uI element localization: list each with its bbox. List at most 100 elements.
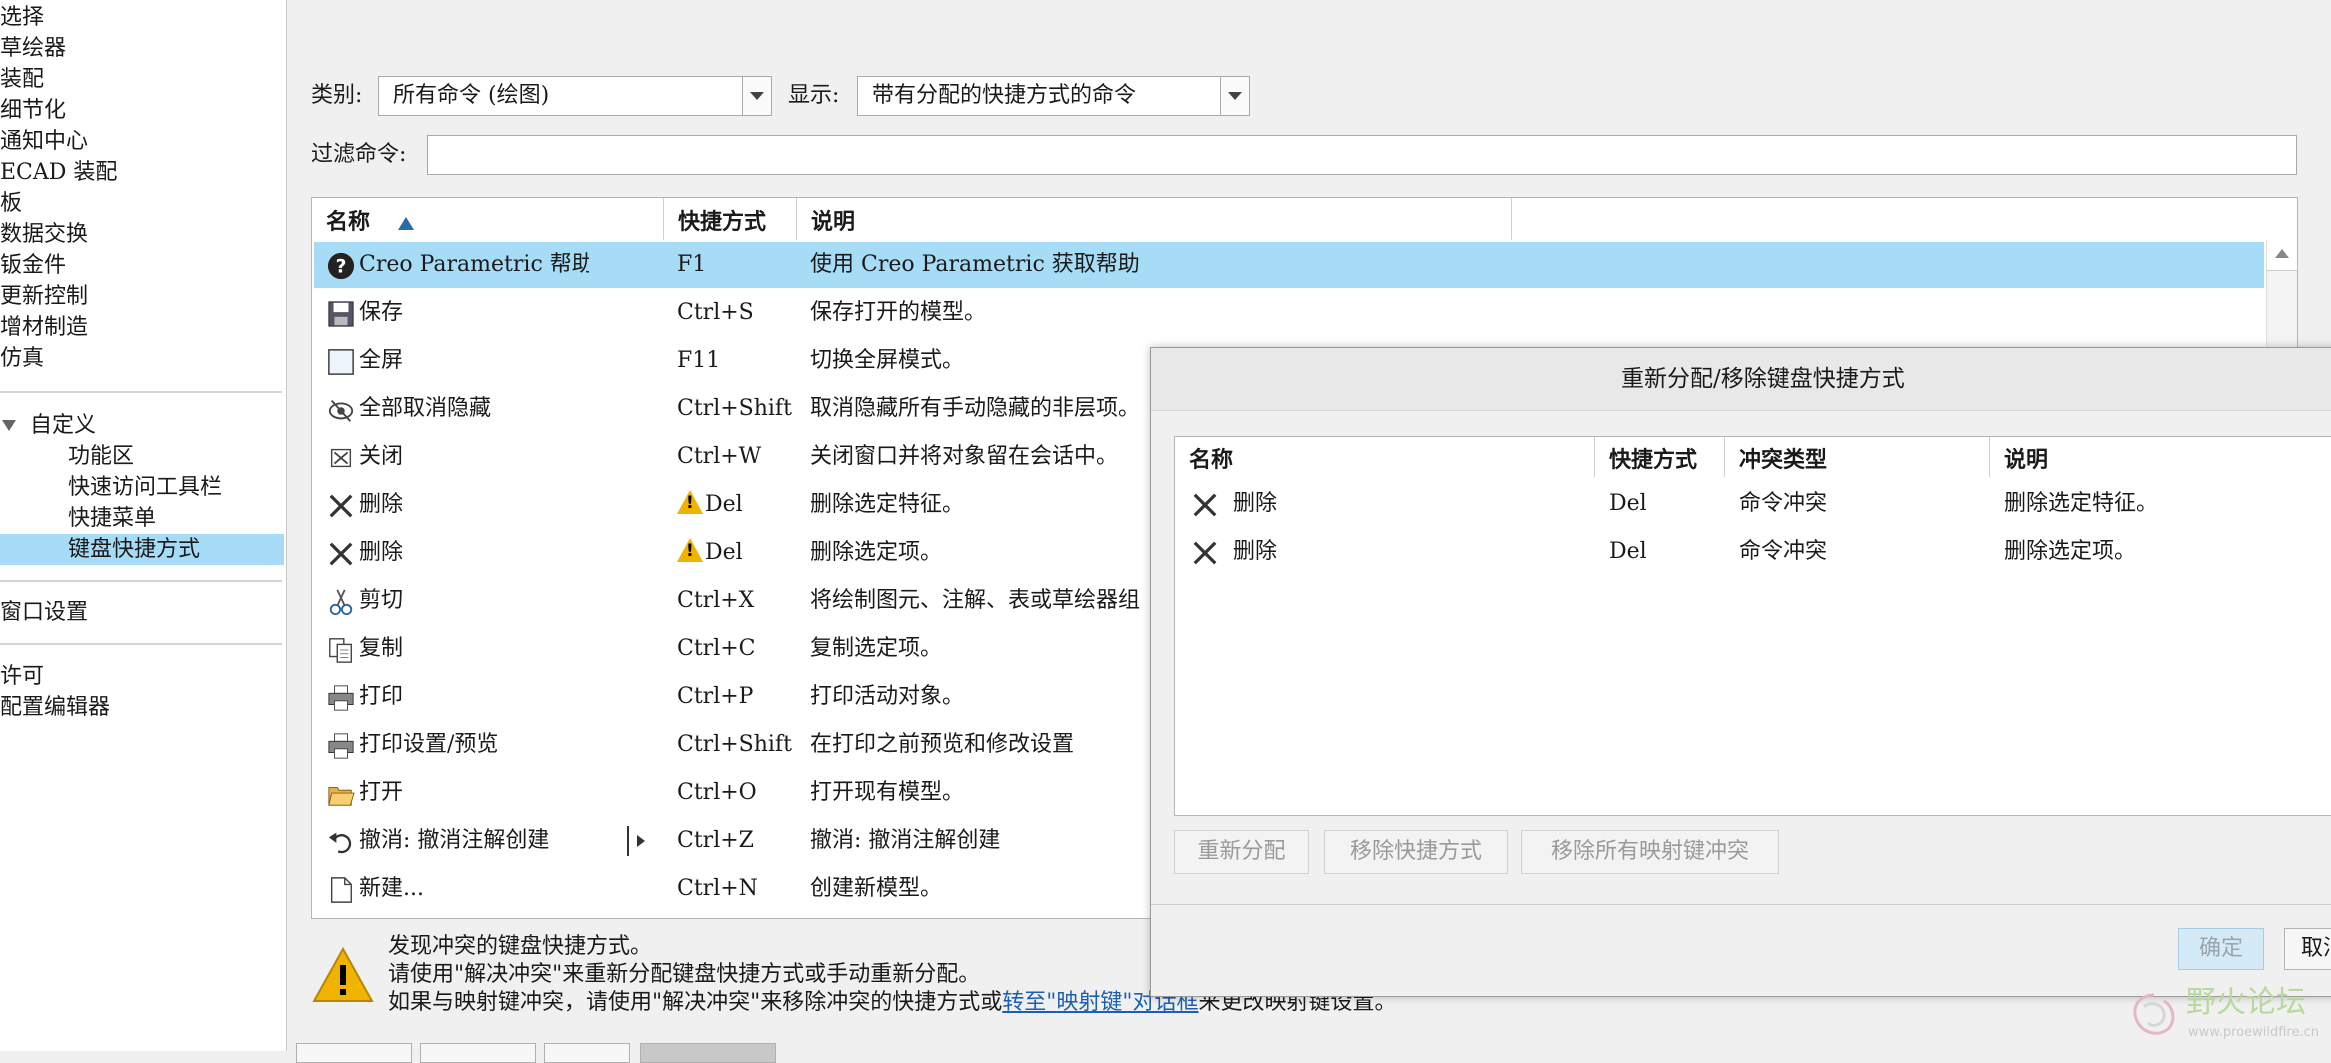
warning-text-line3-pre: 如果与映射键冲突，请使用"解决冲突"来移除冲突的快捷方式或 — [388, 990, 1003, 1015]
nav-item-shortcut-menu[interactable]: 快捷菜单 — [0, 503, 284, 534]
dialog-title-bar[interactable]: 重新分配/移除键盘快捷方式 — [1151, 348, 2331, 411]
nav-item-ribbon[interactable]: 功能区 — [0, 441, 284, 472]
nav-divider — [0, 643, 282, 645]
dialog-title: 重新分配/移除键盘快捷方式 — [1621, 366, 1905, 392]
row-name: 新建... — [359, 876, 424, 901]
row-shortcut: Del — [677, 530, 792, 576]
save-icon — [328, 301, 354, 327]
table-row[interactable]: 保存 Ctrl+S 保存打开的模型。 — [314, 290, 2264, 336]
conflict-header-description[interactable]: 说明 — [1990, 437, 2331, 477]
cancel-button[interactable]: 取消 — [2284, 928, 2331, 970]
row-shortcut: Ctrl+O — [677, 780, 757, 805]
nav-item-simulation[interactable]: 仿真 — [0, 343, 284, 374]
category-dropdown[interactable]: 所有命令 (绘图) — [378, 76, 772, 116]
conflict-header-name[interactable]: 名称 — [1175, 437, 1595, 477]
nav-item-data-exchange[interactable]: 数据交换 — [0, 219, 284, 250]
nav-group-customize[interactable]: 自定义 — [0, 410, 96, 441]
column-header-name[interactable]: 名称 — [312, 198, 664, 240]
delete-icon — [1193, 541, 1217, 565]
row-shortcut: Ctrl+Z — [677, 828, 754, 853]
row-shortcut: Ctrl+Shift — [677, 732, 792, 757]
show-dropdown[interactable]: 带有分配的快捷方式的命令 — [857, 76, 1250, 116]
row-shortcut: Del — [677, 482, 792, 528]
warning-icon — [677, 490, 703, 514]
row-name: Creo Parametric 帮助 — [359, 252, 589, 277]
copy-icon — [329, 638, 352, 663]
row-name: 删除 — [359, 492, 404, 517]
conflict-name: 删除 — [1233, 539, 1278, 564]
nav-item-license[interactable]: 许可 — [0, 661, 284, 692]
nav-item-update-control[interactable]: 更新控制 — [0, 281, 284, 312]
conflict-table: 名称 快捷方式 冲突类型 说明 删除 Del 命令冲突 删除选定特征。 删除 D… — [1174, 436, 2331, 816]
nav-item-select[interactable]: 选择 — [0, 2, 284, 33]
table-row[interactable]: 删除 Del 命令冲突 删除选定特征。 — [1175, 481, 2331, 527]
expand-triangle-icon[interactable] — [2, 419, 16, 431]
row-shortcut: Ctrl+X — [677, 588, 755, 613]
row-shortcut: F1 — [677, 252, 707, 277]
dialog-divider — [1151, 904, 2331, 905]
warning-icon — [312, 947, 374, 1002]
remove-shortcut-button[interactable]: 移除快捷方式 — [1324, 830, 1508, 874]
nav-divider — [0, 391, 282, 393]
conflict-type: 命令冲突 — [1739, 491, 1828, 516]
nav-item-sketcher[interactable]: 草绘器 — [0, 33, 284, 64]
show-value: 带有分配的快捷方式的命令 — [872, 83, 1137, 108]
nav-item-detailing[interactable]: 细节化 — [0, 95, 284, 126]
row-name: 关闭 — [359, 444, 404, 469]
row-shortcut: Ctrl+P — [677, 684, 754, 709]
scroll-up-icon[interactable] — [2267, 240, 2297, 271]
nav-item-ecad-assembly[interactable]: ECAD 装配 — [0, 157, 284, 188]
forum-logo-icon — [2133, 993, 2175, 1035]
submenu-arrow-icon[interactable] — [627, 826, 645, 856]
nav-item-sheetmetal[interactable]: 钣金件 — [0, 250, 284, 281]
table-row[interactable]: 删除 Del 命令冲突 删除选定项。 — [1175, 529, 2331, 575]
chevron-down-icon[interactable] — [742, 77, 771, 115]
nav-item-keyboard-shortcuts[interactable]: 键盘快捷方式 — [0, 534, 284, 565]
column-header-empty — [1512, 198, 2282, 240]
conflict-header-shortcut[interactable]: 快捷方式 — [1595, 437, 1725, 477]
nav-item-board[interactable]: 板 — [0, 188, 284, 219]
row-shortcut: Ctrl+C — [677, 636, 756, 661]
filter-input[interactable] — [427, 135, 2297, 175]
left-nav: 选择 草绘器 装配 细节化 通知中心 ECAD 装配 板 数据交换 钣金件 更新… — [0, 0, 287, 1051]
nav-item-additive-manufacturing[interactable]: 增材制造 — [0, 312, 284, 343]
row-shortcut: Ctrl+N — [677, 876, 758, 901]
row-name: 全部取消隐藏 — [359, 396, 492, 421]
watermark: 野火论坛 www.proewildfire.cn — [2120, 985, 2330, 1051]
row-shortcut: Ctrl+W — [677, 444, 762, 469]
bottom-button[interactable] — [640, 1043, 776, 1063]
nav-item-notification-center[interactable]: 通知中心 — [0, 126, 284, 157]
ok-button[interactable]: 确定 — [2178, 928, 2264, 970]
nav-item-quick-access-toolbar[interactable]: 快速访问工具栏 — [0, 472, 284, 503]
chevron-down-icon[interactable] — [1220, 77, 1249, 115]
row-name: 保存 — [359, 300, 404, 325]
remove-all-mapkey-conflicts-button[interactable]: 移除所有映射键冲突 — [1521, 830, 1779, 874]
reassign-shortcut-dialog: 重新分配/移除键盘快捷方式 名称 快捷方式 冲突类型 说明 删除 Del 命令冲… — [1150, 347, 2331, 997]
column-header-shortcut[interactable]: 快捷方式 — [664, 198, 797, 240]
warning-text-line2: 请使用"解决冲突"来重新分配键盘快捷方式或手动重新分配。 — [388, 962, 981, 987]
nav-item-assembly[interactable]: 装配 — [0, 64, 284, 95]
row-description: 保存打开的模型。 — [810, 300, 987, 325]
row-shortcut: Ctrl+S — [677, 300, 754, 325]
column-header-description[interactable]: 说明 — [797, 198, 1512, 240]
sort-ascending-icon — [398, 216, 415, 230]
conflict-name: 删除 — [1233, 491, 1278, 516]
undo-icon — [328, 832, 352, 854]
row-name: 撤消: 撤消注解创建 — [359, 828, 550, 853]
nav-group-label: 自定义 — [30, 413, 97, 438]
row-name: 打开 — [359, 780, 404, 805]
svg-text:?: ? — [336, 257, 347, 278]
show-label: 显示: — [788, 83, 840, 108]
conflict-header-type[interactable]: 冲突类型 — [1725, 437, 1990, 477]
nav-item-window-settings[interactable]: 窗口设置 — [0, 597, 284, 628]
warning-text-line1: 发现冲突的键盘快捷方式。 — [388, 934, 653, 959]
row-shortcut-value: Del — [705, 540, 743, 565]
reassign-button[interactable]: 重新分配 — [1174, 830, 1309, 874]
bottom-button[interactable] — [296, 1043, 412, 1063]
row-name: 打印设置/预览 — [359, 732, 499, 757]
table-row[interactable]: ? Creo Parametric 帮助 F1 使用 Creo Parametr… — [314, 242, 2264, 288]
row-shortcut: Ctrl+Shift — [677, 396, 792, 421]
nav-item-config-editor[interactable]: 配置编辑器 — [0, 692, 284, 723]
bottom-button[interactable] — [544, 1043, 630, 1063]
bottom-button[interactable] — [420, 1043, 536, 1063]
